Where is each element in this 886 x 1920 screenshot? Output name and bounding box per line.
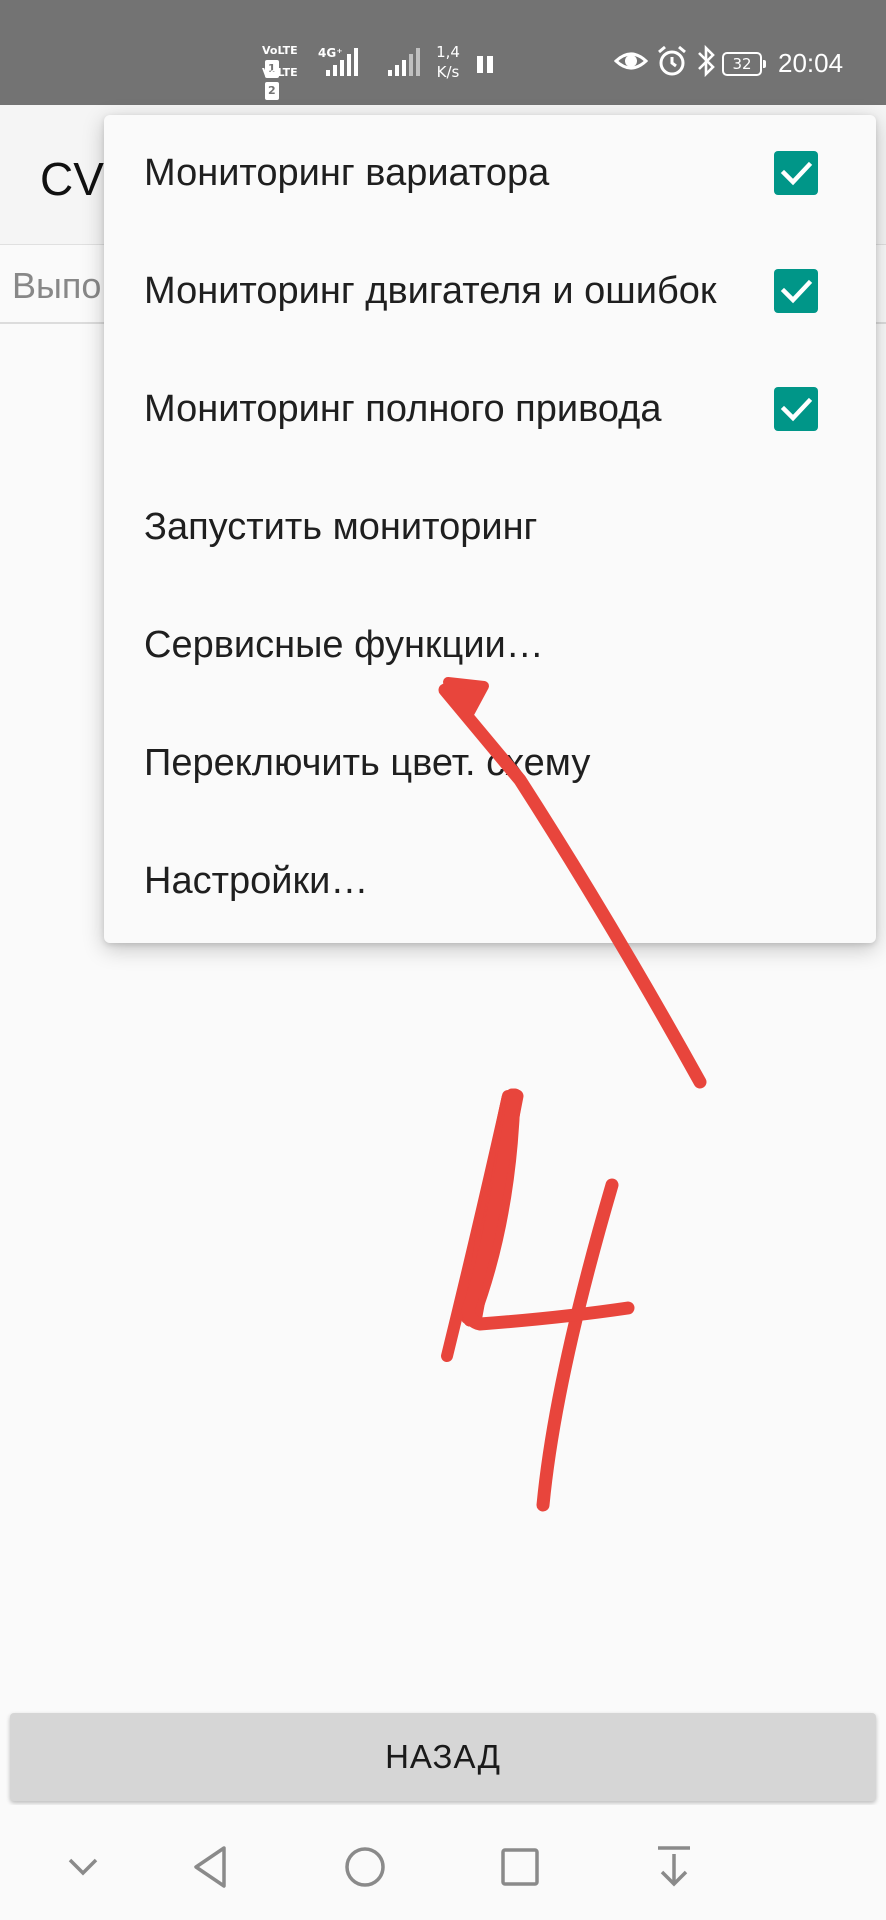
annotation-digit-stroke [465,1089,521,1325]
menu-item-label: Мониторинг полного привода [144,388,662,430]
annotation-digit-stroke [469,1089,523,1323]
menu-item-service-functions[interactable]: Сервисные функции… [104,587,876,705]
menu-item-label: Переключить цвет. схему [144,742,591,784]
bluetooth-icon [698,44,715,78]
home-nav-icon[interactable] [342,1840,388,1894]
battery-icon: 32 [722,52,766,76]
menu-item-label: Запустить мониторинг [144,506,538,548]
annotation-digit-stroke [463,1088,522,1327]
screen: VoLTE1 VoLTE2 4G⁺ 1,4 K/s 32 20:04 CV Вы… [0,0,886,1920]
signal-strength-2-icon [388,48,420,76]
notification-pull-down-icon[interactable] [652,1840,696,1894]
chevron-down-icon[interactable] [66,1840,100,1894]
volte-sim2: VoLTE2 [262,64,310,100]
back-nav-icon[interactable] [188,1840,232,1894]
annotation-digit-stroke [469,1088,519,1317]
checkbox-checked[interactable] [774,151,818,195]
menu-item-label: Сервисные функции… [144,624,544,666]
status-bar: VoLTE1 VoLTE2 4G⁺ 1,4 K/s 32 20:04 [0,0,886,105]
signal-strength-icon [326,48,358,76]
annotation-digit-stroke [467,1089,520,1325]
pause-icon [477,56,493,73]
annotation-digit-stroke [461,1092,518,1324]
menu-item-engine-monitoring[interactable]: Мониторинг двигателя и ошибок [104,233,876,351]
checkbox-checked[interactable] [774,387,818,431]
menu-item-settings[interactable]: Настройки… [104,823,876,941]
annotation-digit-stroke [466,1090,521,1325]
navigation-bar [0,1805,886,1920]
status-time: 20:04 [778,48,844,78]
alarm-icon [658,45,686,76]
menu-item-start-monitoring[interactable]: Запустить мониторинг [104,469,876,587]
menu-item-awd-monitoring[interactable]: Мониторинг полного привода [104,351,876,469]
check-icon [780,161,813,186]
annotation-digit-stroke [466,1091,520,1326]
recents-nav-icon[interactable] [498,1840,542,1894]
menu-item-label: Мониторинг двигателя и ошибок [144,270,717,312]
app-title: CV [40,153,104,205]
checkbox-checked[interactable] [774,269,818,313]
network-speed-value: 1,4 [436,43,460,61]
menu-item-cvt-monitoring[interactable]: Мониторинг вариатора [104,115,876,233]
check-icon [780,397,813,422]
annotation-digit-stroke [463,1091,515,1322]
network-speed-unit: K/s [436,63,460,81]
eye-icon [614,52,648,70]
overflow-menu: Мониторинг вариатора Мониторинг двигател… [104,115,876,943]
annotation-digit-stroke [468,1090,522,1327]
annotation-digit-stroke [468,1089,524,1323]
volte-sim1: VoLTE1 [262,42,310,78]
menu-item-label: Настройки… [144,860,369,902]
tab-label[interactable]: Выпо [12,265,101,307]
annotation-digit-right-stroke [536,1178,619,1512]
check-icon [780,279,813,304]
back-button[interactable]: НАЗАД [10,1713,876,1801]
menu-item-switch-color-scheme[interactable]: Переключить цвет. схему [104,705,876,823]
menu-item-label: Мониторинг вариатора [144,152,550,194]
annotation-digit-stroke [441,1090,514,1362]
annotation-digit-stroke [463,1091,523,1327]
network-speed: 1,4 K/s [430,42,466,82]
annotation-digit-left-stroke [461,1088,635,1331]
volte-indicators: VoLTE1 VoLTE2 [262,42,310,100]
